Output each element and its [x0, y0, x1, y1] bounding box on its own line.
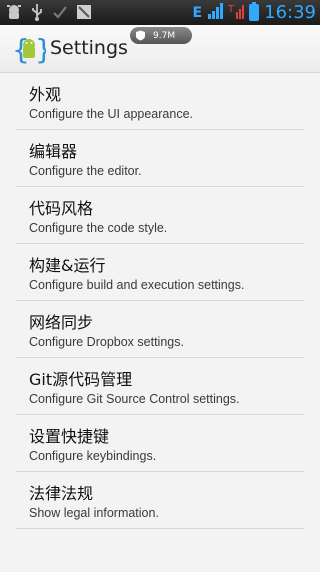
battery-icon [249, 2, 260, 21]
system-indicators: E T 16:39 [193, 0, 316, 25]
settings-item-title: 设置快捷键 [29, 427, 110, 446]
settings-item-title: 外观 [29, 85, 62, 104]
signal-icon [207, 2, 224, 24]
check-icon [52, 3, 68, 21]
svg-text:}: } [35, 33, 46, 66]
settings-item-summary: Configure the code style. [29, 221, 168, 235]
settings-item-summary: Configure Dropbox settings. [29, 335, 184, 349]
settings-item-appearance[interactable]: 外观 Configure the UI appearance. [16, 73, 304, 130]
network-type-label: E [192, 4, 203, 21]
settings-item-summary: Configure keybindings. [29, 449, 157, 463]
settings-item-title: 代码风格 [29, 199, 94, 218]
android-debug-icon [6, 3, 22, 21]
settings-list: 外观 Configure the UI appearance. 编辑器 Conf… [0, 73, 320, 529]
memory-badge-label: 9.7M [153, 30, 176, 41]
memory-badge: 9.7M [130, 27, 192, 44]
settings-item-editor[interactable]: 编辑器 Configure the editor. [16, 130, 304, 187]
settings-item-summary: Show legal information. [29, 506, 159, 520]
settings-item-network-sync[interactable]: 网络同步 Configure Dropbox settings. [16, 301, 304, 358]
roaming-signal-icon: T [227, 2, 245, 24]
status-bar: E T 16:39 [0, 0, 320, 25]
settings-item-code-style[interactable]: 代码风格 Configure the code style. [16, 187, 304, 244]
page-title: Settings [50, 37, 128, 59]
settings-item-summary: Configure Git Source Control settings. [29, 392, 240, 406]
notification-icons [6, 3, 92, 21]
svg-text:T: T [228, 4, 235, 15]
settings-item-title: 网络同步 [29, 313, 94, 332]
settings-item-keybindings[interactable]: 设置快捷键 Configure keybindings. [16, 415, 304, 472]
action-bar: { } Settings 9.7M [0, 25, 320, 73]
settings-item-legal[interactable]: 法律法规 Show legal information. [16, 472, 304, 529]
settings-item-summary: Configure the editor. [29, 164, 142, 178]
settings-item-title: 编辑器 [29, 142, 78, 161]
usb-icon [30, 3, 44, 21]
settings-item-summary: Configure the UI appearance. [29, 107, 193, 121]
shield-icon [136, 30, 145, 41]
settings-item-title: Git源代码管理 [29, 370, 133, 389]
clock: 16:39 [264, 2, 316, 23]
settings-item-title: 构建&运行 [29, 256, 106, 275]
screenshot-icon [76, 3, 92, 21]
settings-item-build-run[interactable]: 构建&运行 Configure build and execution sett… [16, 244, 304, 301]
settings-item-summary: Configure build and execution settings. [29, 278, 245, 292]
settings-item-git[interactable]: Git源代码管理 Configure Git Source Control se… [16, 358, 304, 415]
settings-item-title: 法律法规 [29, 484, 94, 503]
android-app-icon[interactable]: { } [12, 32, 53, 66]
